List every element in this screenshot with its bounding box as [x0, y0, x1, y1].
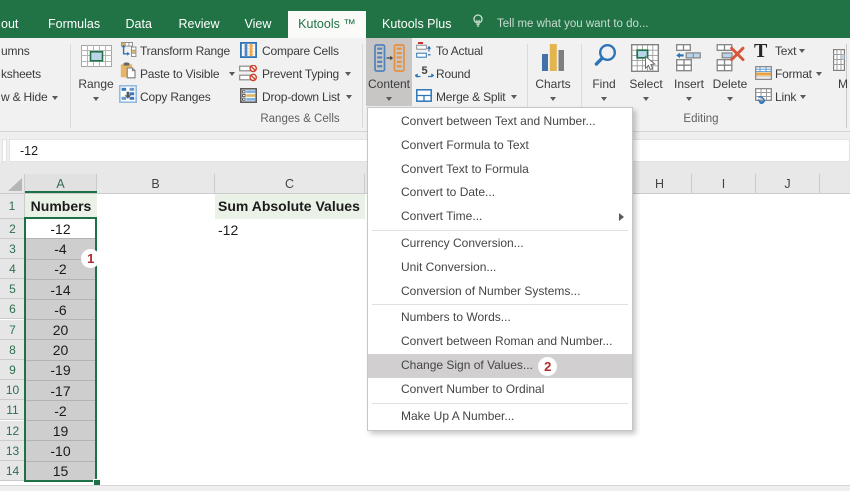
svg-text:5: 5 — [421, 65, 427, 77]
